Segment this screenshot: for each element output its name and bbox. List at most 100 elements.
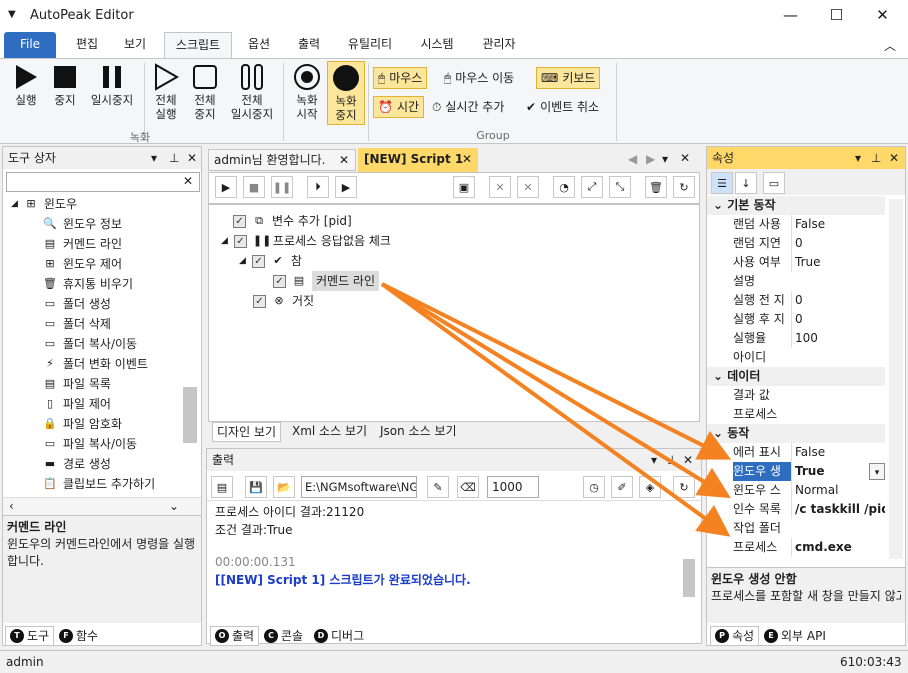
checkbox[interactable]: ✓ xyxy=(251,254,265,268)
property-pages-icon[interactable]: ▭ xyxy=(763,172,785,194)
tab-debugger[interactable]: D 디버그 xyxy=(310,626,368,646)
toolbox-item[interactable]: ⚡ 폴더 변화 이벤트 xyxy=(43,354,148,374)
tab-tools[interactable]: T 도구 xyxy=(5,626,55,646)
property-row[interactable]: 프로세스 xyxy=(707,405,885,424)
checkbox[interactable]: ✓ xyxy=(233,234,247,248)
property-row[interactable]: 사용 여부 True xyxy=(707,253,885,272)
pause-icon[interactable]: ❚❚ xyxy=(271,176,293,198)
step-icon[interactable]: ⏵ xyxy=(307,176,329,198)
toolbox-item[interactable]: ▬ 경로 생성 xyxy=(43,454,111,474)
event-cancel-toggle[interactable]: ✔ 이벤트 취소 xyxy=(526,96,599,118)
minimize-button[interactable]: — xyxy=(768,0,813,32)
keyboard-toggle[interactable]: ⌨ 키보드 xyxy=(536,67,601,89)
toolbox-item[interactable]: ▭ 폴더 생성 xyxy=(43,294,111,314)
delete-all-icon[interactable]: ✕ xyxy=(517,176,539,198)
tab-properties[interactable]: P 속성 xyxy=(710,626,760,646)
refresh-icon[interactable]: ↻ xyxy=(673,476,695,498)
stop-icon[interactable]: ■ xyxy=(243,176,265,198)
run-icon[interactable]: ▶ xyxy=(215,176,237,198)
property-row[interactable]: 실행 후 지 0 xyxy=(707,310,885,329)
checkbox[interactable]: ✓ xyxy=(233,214,246,228)
tab-console[interactable]: C 콘솔 xyxy=(260,626,307,646)
property-row[interactable]: 실행 전 지 0 xyxy=(707,291,885,310)
toolbox-item[interactable]: ⊞ 윈도우 제어 xyxy=(43,254,122,274)
tab-xml-view[interactable]: Xml 소스 보기 xyxy=(288,422,371,442)
tab-view[interactable]: 보기 xyxy=(112,32,158,58)
refresh-icon[interactable]: ↻ xyxy=(673,176,695,198)
pin-icon[interactable]: ⊥ xyxy=(169,147,179,169)
property-row[interactable]: 결과 값 xyxy=(707,386,885,405)
tab-edit[interactable]: 편집 xyxy=(62,32,112,58)
property-row[interactable]: 윈도우 생 True ▾ xyxy=(707,462,885,481)
collapse-icon[interactable]: ⤡ xyxy=(609,176,631,198)
history-icon[interactable]: ◔ xyxy=(553,176,575,198)
close-tab-icon[interactable]: ✕ xyxy=(462,148,472,170)
toolbox-item[interactable]: ▭ 폴더 복사/이동 xyxy=(43,334,137,354)
tab-welcome[interactable]: admin님 환영합니다. ✕ xyxy=(208,149,356,171)
property-row[interactable]: 실행율 100 xyxy=(707,329,885,348)
collapse-ribbon-icon[interactable]: ︿ xyxy=(884,37,896,54)
toolbox-item[interactable]: ▤ 파일 목록 xyxy=(43,374,111,394)
property-value[interactable]: True xyxy=(791,253,885,272)
tab-utility[interactable]: 유틸리티 xyxy=(336,32,404,58)
dropdown-icon[interactable]: ▾ xyxy=(151,147,157,169)
paint-bucket-icon[interactable]: ◈ xyxy=(639,476,661,498)
dropdown-icon[interactable]: ▾ xyxy=(855,147,861,169)
clock-icon[interactable]: ◷ xyxy=(583,476,605,498)
run-to-end-icon[interactable]: ▶ xyxy=(335,176,357,198)
property-scrollbar[interactable] xyxy=(889,199,903,559)
toolbox-item[interactable]: ▭ 폴더 삭제 xyxy=(43,314,111,334)
property-value[interactable]: 0 xyxy=(791,291,885,310)
toolbox-search-input[interactable]: ✕ xyxy=(6,172,200,192)
scroll-down-icon[interactable]: ⌄ xyxy=(169,499,179,513)
category-action[interactable]: ⌄ 동작 xyxy=(707,424,885,443)
node-var-add[interactable]: ✓ ⧉ 변수 추가 [pid] xyxy=(233,211,352,231)
folder-icon[interactable]: 📂 xyxy=(273,476,295,498)
toolbox-item[interactable]: 📋 클립보드 추가하기 xyxy=(43,474,155,494)
line-count-stepper[interactable]: 1000 xyxy=(487,476,539,498)
toolbox-hscrollbar[interactable]: ‹ ⌄ xyxy=(3,497,201,515)
realtime-add-toggle[interactable]: ⏱ 실시간 추가 xyxy=(432,96,504,118)
checkbox[interactable]: ✓ xyxy=(273,274,286,288)
property-row[interactable]: 랜덤 지연 0 xyxy=(707,234,885,253)
toolbox-item[interactable]: 🔍 윈도우 정보 xyxy=(43,214,122,234)
category-data[interactable]: ⌄ 데이터 xyxy=(707,367,885,386)
tab-output-view[interactable]: O 출력 xyxy=(210,626,260,646)
time-toggle[interactable]: ⏰ 시간 xyxy=(373,96,425,118)
log-path-input[interactable]: E:\NGMsoftware\NG xyxy=(301,476,417,498)
new-log-icon[interactable]: ▤ xyxy=(211,476,233,498)
close-panel-icon[interactable]: ✕ xyxy=(187,147,197,169)
tab-output[interactable]: 출력 xyxy=(286,32,332,58)
toolbox-item[interactable]: ▤ 커멘드 라인 xyxy=(43,234,122,254)
toolbox-item[interactable]: 🗑 휴지통 비우기 xyxy=(43,274,133,294)
eraser-icon[interactable]: ⌫ xyxy=(457,476,479,498)
record-stop-button[interactable]: 녹화 중지 xyxy=(327,61,365,125)
close-panel-icon[interactable]: ✕ xyxy=(889,147,899,169)
sort-az-icon[interactable]: ↓ xyxy=(735,172,757,194)
tree-root-window[interactable]: ◢ ⊞ 윈도우 xyxy=(11,194,77,214)
expand-icon[interactable]: ⤢ xyxy=(581,176,603,198)
stop-button[interactable]: 중지 xyxy=(46,61,84,107)
property-row[interactable]: 설명 xyxy=(707,272,885,291)
save-icon[interactable]: 💾 xyxy=(245,476,267,498)
tab-list-icon[interactable]: ▾ xyxy=(662,152,668,166)
tab-json-view[interactable]: Json 소스 보기 xyxy=(376,422,461,442)
tab-functions[interactable]: F 함수 xyxy=(55,626,102,646)
close-editor-icon[interactable]: ✕ xyxy=(680,151,690,165)
stop-all-button[interactable]: 전체 중지 xyxy=(186,61,224,121)
property-row[interactable]: 프로세스 cmd.exe xyxy=(707,538,885,557)
output-scrollbar[interactable] xyxy=(683,559,695,597)
tab-prev-icon[interactable]: ◀ xyxy=(628,152,637,166)
close-panel-icon[interactable]: ✕ xyxy=(683,449,693,471)
property-value[interactable]: 0 xyxy=(791,310,885,329)
trash-icon[interactable]: 🗑 xyxy=(645,176,667,198)
property-value[interactable]: Normal xyxy=(791,481,885,500)
maximize-button[interactable]: ☐ xyxy=(814,0,859,32)
property-row[interactable]: 작업 폴더 xyxy=(707,519,885,538)
property-row[interactable]: 랜덤 사용 False xyxy=(707,215,885,234)
categorized-icon[interactable]: ☰ xyxy=(711,172,733,194)
property-value[interactable]: False xyxy=(791,443,885,462)
tab-external-api[interactable]: E 외부 API xyxy=(760,626,830,646)
delete-icon[interactable]: ✕ xyxy=(489,176,511,198)
scroll-left-icon[interactable]: ‹ xyxy=(9,499,14,513)
